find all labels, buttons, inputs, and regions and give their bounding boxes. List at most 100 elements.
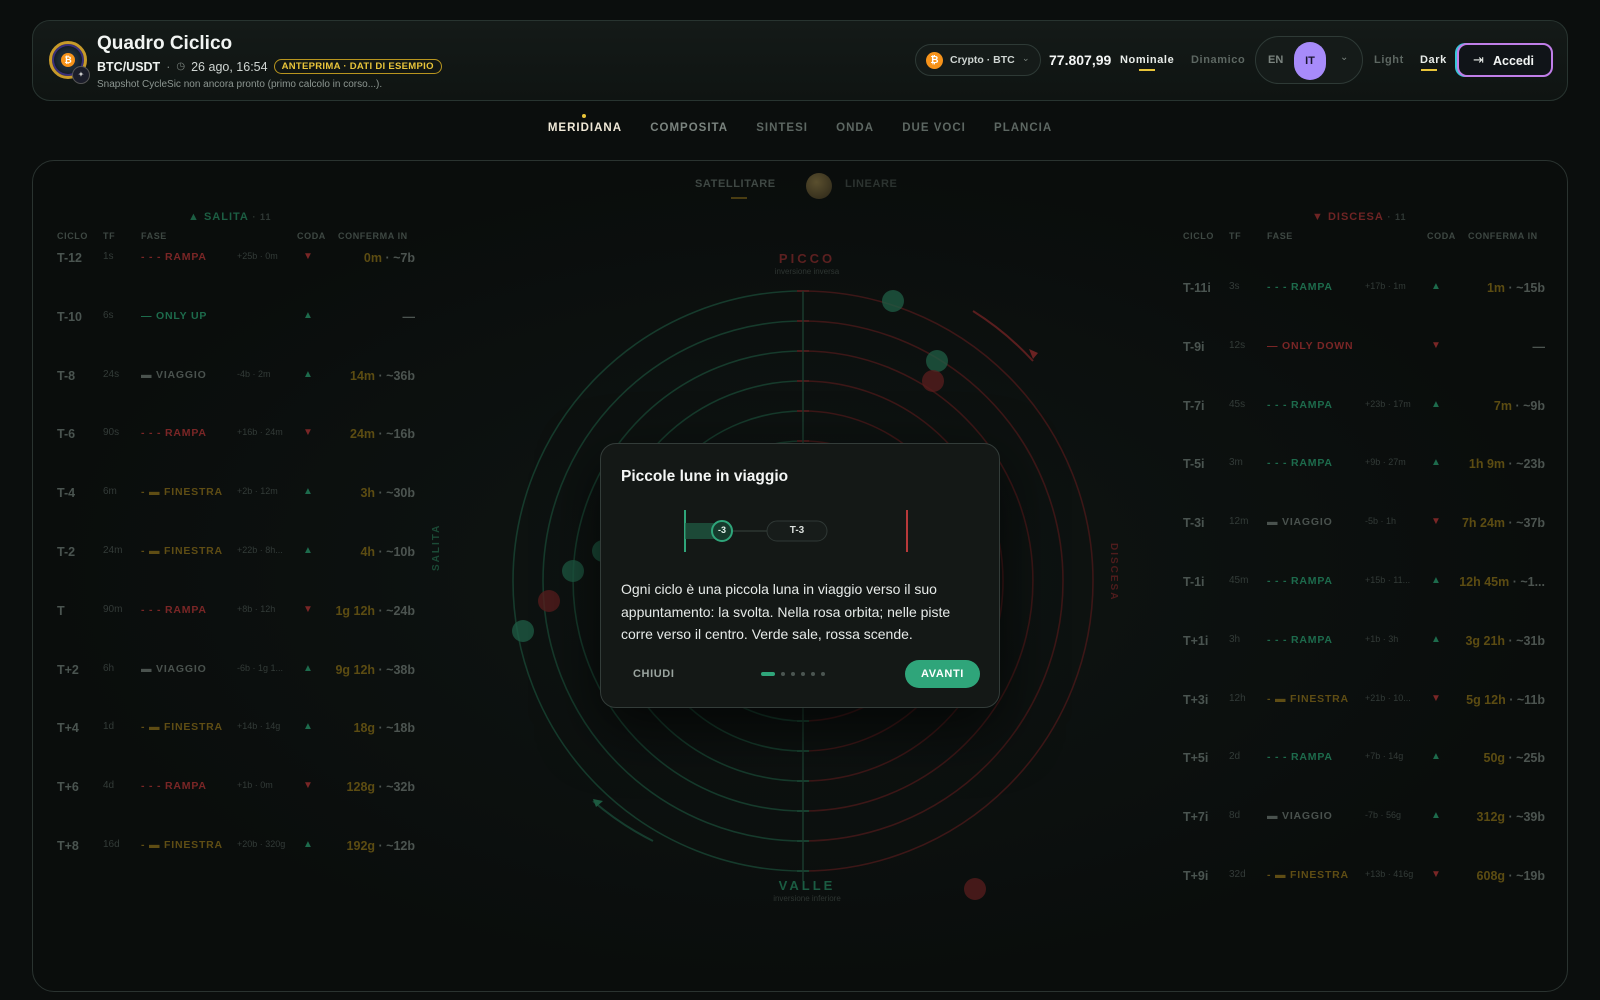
view-linear-option[interactable]: LINEARE: [845, 178, 897, 190]
triangle-up-icon: ▲: [1431, 281, 1441, 292]
table-row[interactable]: T+5i 2d - - - RAMPA +7b · 14g ▲ 50g · ~25b: [1183, 751, 1545, 769]
table-row[interactable]: T+7i 8d ▬ VIAGGIO -7b · 56g ▲ 312g · ~39b: [1183, 810, 1545, 828]
table-row[interactable]: T 90m - - - RAMPA +8b · 12h ▼ 1g 12h · ~24b: [57, 604, 415, 622]
table-row[interactable]: T+1i 3h - - - RAMPA +1b · 3h ▲ 3g 21h · ~31b: [1183, 634, 1545, 652]
step-dot[interactable]: [781, 672, 785, 676]
table-row[interactable]: T-3i 12m ▬ VIAGGIO -5b · 1h ▼ 7h 24m · ~37b: [1183, 516, 1545, 534]
theme-dark-toggle[interactable]: Dark: [1420, 54, 1447, 66]
next-button[interactable]: AVANTI: [905, 660, 980, 688]
conferma-value: 1h 9m · ~23b: [1469, 457, 1545, 471]
close-button[interactable]: CHIUDI: [633, 668, 675, 680]
theme-light-toggle[interactable]: Light: [1374, 54, 1404, 66]
phase-marker-icon: ▬: [1267, 810, 1283, 823]
tab-due-voci[interactable]: DUE VOCI: [902, 122, 966, 134]
dialog-body: Ogni ciclo è una piccola luna in viaggio…: [621, 581, 951, 642]
table-row[interactable]: T+8 16d - ▬ FINESTRA +20b · 320g ▲ 192g · ~12…: [57, 839, 415, 857]
table-row[interactable]: T-10 6s — ONLY UP ▲ —: [57, 310, 415, 328]
cycle-id: T-9i: [1183, 339, 1205, 354]
col-ciclo: CICLO: [57, 231, 88, 241]
table-row[interactable]: T-1i 45m - - - RAMPA +15b · 11... ▲ 12h 45m ·…: [1183, 575, 1545, 593]
timeframe: 3m: [1229, 457, 1243, 469]
view-satellite-underline: [731, 197, 747, 199]
bitcoin-icon: ₿: [61, 53, 75, 67]
timeframe: 1d: [103, 721, 115, 733]
table-row[interactable]: T-4 6m - ▬ FINESTRA +2b · 12m ▲ 3h · ~30b: [57, 486, 415, 504]
triangle-up-icon: ▲: [303, 309, 313, 321]
triangle-down-icon: ▼: [303, 251, 313, 262]
conferma-time: 4h: [360, 545, 376, 559]
table-row[interactable]: T-7i 45s - - - RAMPA +23b · 17m ▲ 7m · ~9b: [1183, 399, 1545, 417]
phase-name: RAMPA: [165, 251, 207, 263]
snapshot-datetime: 26 ago, 16:54: [191, 59, 268, 74]
phase-label: ▬ VIAGGIO: [141, 663, 207, 675]
phase-meta: -4b · 2m: [237, 368, 271, 379]
tab-sintesi[interactable]: SINTESI: [756, 122, 808, 134]
table-row[interactable]: T-2 24m - ▬ FINESTRA +22b · 8h... ▲ 4h · ~10b: [57, 545, 415, 563]
timeframe: 6s: [103, 309, 114, 321]
col-tf: TF: [103, 231, 116, 241]
salita-arrow-arc: [592, 800, 654, 842]
table-row[interactable]: T+3i 12h - ▬ FINESTRA +21b · 10... ▼ 5g 12h ·…: [1183, 693, 1545, 711]
phase-label: - - - RAMPA: [1267, 575, 1333, 587]
cycle-tag: T-3: [789, 525, 805, 536]
table-row[interactable]: T-11i 3s - - - RAMPA +17b · 1m ▲ 1m · ~15b: [1183, 281, 1545, 299]
cycle-id: T-8: [57, 368, 76, 383]
step-dot[interactable]: [811, 672, 815, 676]
language-switcher[interactable]: EN IT ⌄: [1255, 36, 1363, 84]
step-dot[interactable]: [761, 672, 775, 676]
conferma-time: 50g: [1483, 751, 1506, 766]
lang-en-option[interactable]: EN: [1268, 54, 1283, 66]
cycle-id: T: [57, 603, 65, 618]
triangle-down-icon: ▼: [1431, 339, 1441, 351]
table-row[interactable]: T-5i 3m - - - RAMPA +9b · 27m ▲ 1h 9m · ~23b: [1183, 457, 1545, 475]
table-row[interactable]: T-8 24s ▬ VIAGGIO -4b · 2m ▲ 14m · ~36b: [57, 369, 415, 387]
conferma-value: 24m · ~16b: [350, 427, 415, 441]
table-row[interactable]: T+4 1d - ▬ FINESTRA +14b · 14g ▲ 18g · ~18b: [57, 721, 415, 739]
phase-marker-icon: - - -: [141, 603, 166, 616]
conferma-bars: · ~25b: [1505, 751, 1545, 766]
cycle-id: T+2: [57, 662, 79, 677]
triangle-down-icon: ▼: [1431, 869, 1441, 880]
phase-label: — ONLY UP: [141, 310, 207, 322]
triangle-up-icon: ▲: [1431, 633, 1441, 645]
phase-meta: +22b · 8h...: [237, 545, 283, 555]
phase-label: - ▬ FINESTRA: [141, 839, 223, 851]
phase-label: ▬ VIAGGIO: [141, 369, 207, 381]
conferma-time: 7m: [1493, 398, 1512, 413]
table-row[interactable]: T+9i 32d - ▬ FINESTRA +13b · 416g ▼ 608g · ~1…: [1183, 869, 1545, 887]
step-dot[interactable]: [791, 672, 795, 676]
phase-label: - ▬ FINESTRA: [141, 545, 223, 557]
tab-composita[interactable]: COMPOSITA: [650, 122, 728, 134]
tab-meridiana[interactable]: MERIDIANA: [548, 122, 622, 134]
bitcoin-icon: ₿: [926, 52, 943, 69]
table-row[interactable]: T-12 1s - - - RAMPA +25b · 0m ▼ 0m · ~7b: [57, 251, 415, 269]
lang-it-option[interactable]: IT: [1294, 42, 1326, 80]
phase-name: VIAGGIO: [156, 368, 207, 381]
view-toggle-knob[interactable]: [806, 173, 832, 199]
col-coda: CODA: [297, 231, 326, 241]
table-row[interactable]: T-9i 12s — ONLY DOWN ▼ —: [1183, 340, 1545, 358]
mode-nominal-toggle[interactable]: Nominale: [1120, 54, 1174, 66]
table-row[interactable]: T-6 90s - - - RAMPA +16b · 24m ▼ 24m · ~16b: [57, 427, 415, 445]
discesa-title: ▼ DISCESA · 11: [1312, 211, 1407, 223]
phase-label: - ▬ FINESTRA: [141, 721, 223, 733]
table-row[interactable]: T+6 4d - - - RAMPA +1b · 0m ▼ 128g · ~32b: [57, 780, 415, 798]
timeframe: 16d: [103, 839, 120, 850]
triangle-up-icon: ▲: [1431, 457, 1441, 469]
market-selector[interactable]: ₿ Crypto · BTC ⌄: [915, 44, 1041, 76]
tab-onda[interactable]: ONDA: [836, 122, 874, 134]
timeframe: 24m: [103, 545, 123, 556]
col-conferma-in: CONFERMA IN: [338, 231, 408, 241]
table-row[interactable]: T+2 6h ▬ VIAGGIO -6b · 1g 1... ▲ 9g 12h · ~38…: [57, 663, 415, 681]
step-dot[interactable]: [801, 672, 805, 676]
conferma-value: 608g · ~19b: [1477, 869, 1545, 883]
conferma-bars: · ~19b: [1505, 869, 1545, 883]
login-button[interactable]: ⇥ Accedi: [1457, 43, 1553, 77]
mode-dynamic-toggle[interactable]: Dinamico: [1191, 54, 1245, 66]
phase-meta: -6b · 1g 1...: [237, 662, 284, 673]
view-satellite-option[interactable]: SATELLITARE: [695, 178, 776, 190]
tab-plancia[interactable]: PLANCIA: [994, 122, 1052, 134]
step-dot[interactable]: [821, 672, 825, 676]
phase-meta: -7b · 56g: [1365, 810, 1402, 821]
phase-meta: +15b · 11...: [1365, 575, 1411, 585]
